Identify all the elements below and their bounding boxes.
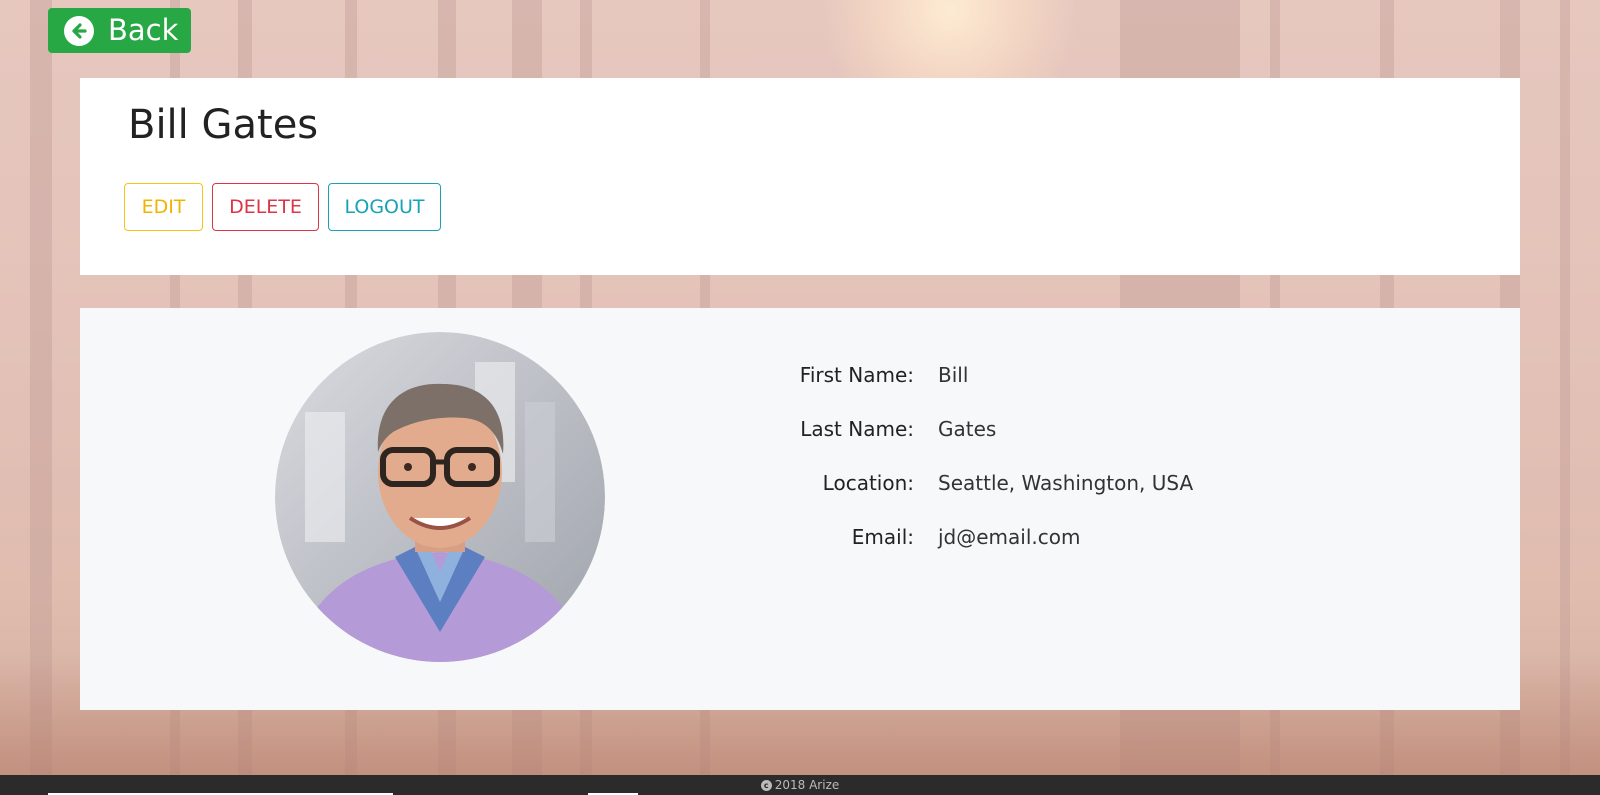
last-name-label: Last Name: xyxy=(800,417,914,441)
back-button[interactable]: Back xyxy=(48,8,191,53)
last-name-row: Last Name: Gates xyxy=(660,402,1193,456)
last-name-value: Gates xyxy=(938,417,997,441)
email-label: Email: xyxy=(851,525,914,549)
first-name-value: Bill xyxy=(938,363,969,387)
edit-button[interactable]: EDIT xyxy=(124,183,203,231)
copyright-icon: c xyxy=(760,779,772,791)
profile-header-card: Bill Gates EDIT DELETE LOGOUT xyxy=(80,78,1520,275)
back-button-label: Back xyxy=(108,13,179,47)
logout-button[interactable]: LOGOUT xyxy=(328,183,441,231)
location-label: Location: xyxy=(822,471,914,495)
profile-info: First Name: Bill Last Name: Gates Locati… xyxy=(660,348,1193,564)
location-value: Seattle, Washington, USA xyxy=(938,471,1194,495)
footer: c 2018 Arize xyxy=(0,775,1600,795)
email-value: jd@email.com xyxy=(938,525,1081,549)
location-row: Location: Seattle, Washington, USA xyxy=(660,456,1193,510)
delete-button[interactable]: DELETE xyxy=(212,183,319,231)
profile-details-card: First Name: Bill Last Name: Gates Locati… xyxy=(80,308,1520,710)
first-name-label: First Name: xyxy=(799,363,914,387)
page-title: Bill Gates xyxy=(128,102,319,148)
email-row: Email: jd@email.com xyxy=(660,510,1193,564)
avatar xyxy=(275,332,605,662)
arrow-circle-left-icon xyxy=(64,15,94,46)
footer-text: 2018 Arize xyxy=(774,778,840,792)
profile-actions: EDIT DELETE LOGOUT xyxy=(124,183,441,231)
first-name-row: First Name: Bill xyxy=(660,348,1193,402)
